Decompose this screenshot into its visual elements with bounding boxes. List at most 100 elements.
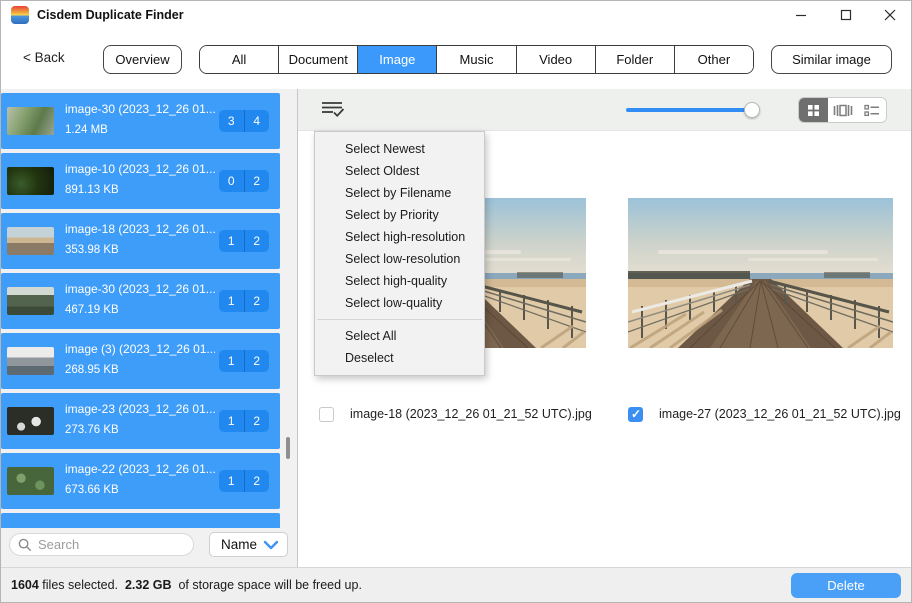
list-view-icon — [864, 104, 880, 117]
menu-item-select-by-filename[interactable]: Select by Filename — [315, 182, 484, 204]
list-item[interactable]: image-10 (2023_12_26 01... 891.13 KB 0 2 — [1, 153, 280, 209]
back-button[interactable]: < Back — [23, 50, 65, 65]
slider-thumb[interactable] — [744, 102, 760, 118]
count-badge: 1 2 — [219, 230, 269, 252]
chevron-down-icon — [263, 540, 279, 550]
close-button[interactable] — [879, 5, 901, 25]
file-name: image-22 (2023_12_26 01... — [65, 462, 215, 476]
list-view-button[interactable] — [857, 98, 886, 122]
list-item[interactable]: image (3) (2023_12_26 01... 268.95 KB 1 … — [1, 333, 280, 389]
file-name-label: image-18 (2023_12_26 01_21_52 UTC).jpg — [350, 407, 592, 421]
file-size: 353.98 KB — [65, 244, 119, 256]
menu-item-select-high-resolution[interactable]: Select high-resolution — [315, 226, 484, 248]
thumbnail-image — [7, 467, 54, 495]
file-size: 673.66 KB — [65, 484, 119, 496]
view-mode-switch — [798, 97, 887, 123]
tab-music[interactable]: Music — [437, 46, 516, 73]
minimize-button[interactable] — [790, 5, 812, 25]
app-icon — [11, 6, 29, 24]
tab-document[interactable]: Document — [279, 46, 358, 73]
file-name-label: image-27 (2023_12_26 01_21_52 UTC).jpg — [659, 407, 901, 421]
file-size: 273.76 KB — [65, 424, 119, 436]
menu-item-select-newest[interactable]: Select Newest — [315, 138, 484, 160]
grid-view-icon — [807, 104, 820, 117]
menu-item-deselect[interactable]: Deselect — [315, 347, 484, 369]
search-input[interactable] — [38, 537, 178, 552]
list-item[interactable]: image-22 (2023_12_26 01... 673.66 KB 1 2 — [1, 453, 280, 509]
delete-button[interactable]: Delete — [791, 573, 901, 598]
auto-select-menu-button[interactable] — [320, 99, 346, 121]
count-badge: 1 2 — [219, 350, 269, 372]
file-name: image-23 (2023_12_26 01... — [65, 402, 215, 416]
file-name: image-10 (2023_12_26 01... — [65, 162, 215, 176]
menu-separator — [317, 319, 482, 320]
titlebar: Cisdem Duplicate Finder — [1, 1, 911, 29]
coverflow-view-icon — [833, 104, 853, 117]
file-name: image-30 (2023_12_26 01... — [65, 282, 215, 296]
selection-summary: 1604 files selected. 2.32 GB of storage … — [11, 578, 362, 592]
file-checkbox[interactable] — [319, 407, 334, 422]
minimize-icon — [795, 9, 807, 21]
sort-value: Name — [221, 537, 257, 552]
thumbnail-image — [7, 347, 54, 375]
grid-view-button[interactable] — [799, 98, 828, 122]
overview-button[interactable]: Overview — [103, 45, 182, 74]
thumbnail-image — [7, 107, 54, 135]
list-item[interactable]: image-30 (2023_12_26 01... 1.24 MB 3 4 — [1, 93, 280, 149]
file-name: image-30 (2023_12_26 01... — [65, 102, 215, 116]
list-item[interactable]: image-30 (2023_12_26 01... 467.19 KB 1 2 — [1, 273, 280, 329]
thumbnail-image — [7, 167, 54, 195]
sidebar-scrollbar[interactable] — [286, 437, 290, 459]
tab-image[interactable]: Image — [358, 46, 437, 73]
count-badge: 1 2 — [219, 410, 269, 432]
file-size: 891.13 KB — [65, 184, 119, 196]
file-name: image (3) (2023_12_26 01... — [65, 342, 215, 356]
tab-video[interactable]: Video — [517, 46, 596, 73]
menu-item-select-low-resolution[interactable]: Select low-resolution — [315, 248, 484, 270]
duplicate-groups-sidebar: image-30 (2023_12_26 01... 1.24 MB 3 4 i… — [1, 89, 297, 567]
file-size: 1.24 MB — [65, 124, 108, 136]
search-box — [9, 533, 194, 556]
duplicate-image-preview[interactable] — [628, 198, 893, 348]
preview-toolbar — [298, 89, 912, 131]
tab-folder[interactable]: Folder — [596, 46, 675, 73]
freed-size: 2.32 GB — [125, 578, 172, 592]
menu-item-select-low-quality[interactable]: Select low-quality — [315, 292, 484, 314]
auto-select-dropdown-menu: Select Newest Select Oldest Select by Fi… — [314, 131, 485, 376]
count-badge: 0 2 — [219, 170, 269, 192]
search-icon — [18, 538, 32, 552]
category-tabs: All Document Image Music Video Folder Ot… — [199, 45, 754, 74]
file-size: 467.19 KB — [65, 304, 119, 316]
menu-item-select-oldest[interactable]: Select Oldest — [315, 160, 484, 182]
thumbnail-image — [7, 227, 54, 255]
tab-all[interactable]: All — [200, 46, 279, 73]
duplicate-file-row: image-18 (2023_12_26 01_21_52 UTC).jpg — [319, 406, 592, 422]
file-name: image-18 (2023_12_26 01... — [65, 222, 215, 236]
maximize-button[interactable] — [835, 5, 857, 25]
menu-item-select-all[interactable]: Select All — [315, 325, 484, 347]
list-item-partial[interactable] — [1, 513, 280, 528]
close-icon — [884, 9, 896, 21]
similar-image-button[interactable]: Similar image — [771, 45, 892, 74]
duplicate-file-row: image-27 (2023_12_26 01_21_52 UTC).jpg — [628, 406, 901, 422]
count-badge: 1 2 — [219, 290, 269, 312]
count-badge: 3 4 — [219, 110, 269, 132]
file-size: 268.95 KB — [65, 364, 119, 376]
file-checkbox-checked[interactable] — [628, 407, 643, 422]
thumbnail-image — [7, 407, 54, 435]
maximize-icon — [840, 9, 852, 21]
thumbnail-size-slider[interactable] — [626, 108, 758, 112]
menu-item-select-high-quality[interactable]: Select high-quality — [315, 270, 484, 292]
count-badge: 1 2 — [219, 470, 269, 492]
app-title: Cisdem Duplicate Finder — [37, 8, 184, 22]
nav-bar: < Back Overview All Document Image Music… — [1, 29, 911, 89]
tab-other[interactable]: Other — [675, 46, 753, 73]
menu-item-select-by-priority[interactable]: Select by Priority — [315, 204, 484, 226]
thumbnail-image — [7, 287, 54, 315]
list-item[interactable]: image-23 (2023_12_26 01... 273.76 KB 1 2 — [1, 393, 280, 449]
list-item[interactable]: image-18 (2023_12_26 01... 353.98 KB 1 2 — [1, 213, 280, 269]
coverflow-view-button[interactable] — [828, 98, 857, 122]
sort-dropdown[interactable]: Name — [209, 532, 288, 557]
select-menu-icon — [320, 99, 345, 119]
status-bar: 1604 files selected. 2.32 GB of storage … — [1, 567, 911, 603]
